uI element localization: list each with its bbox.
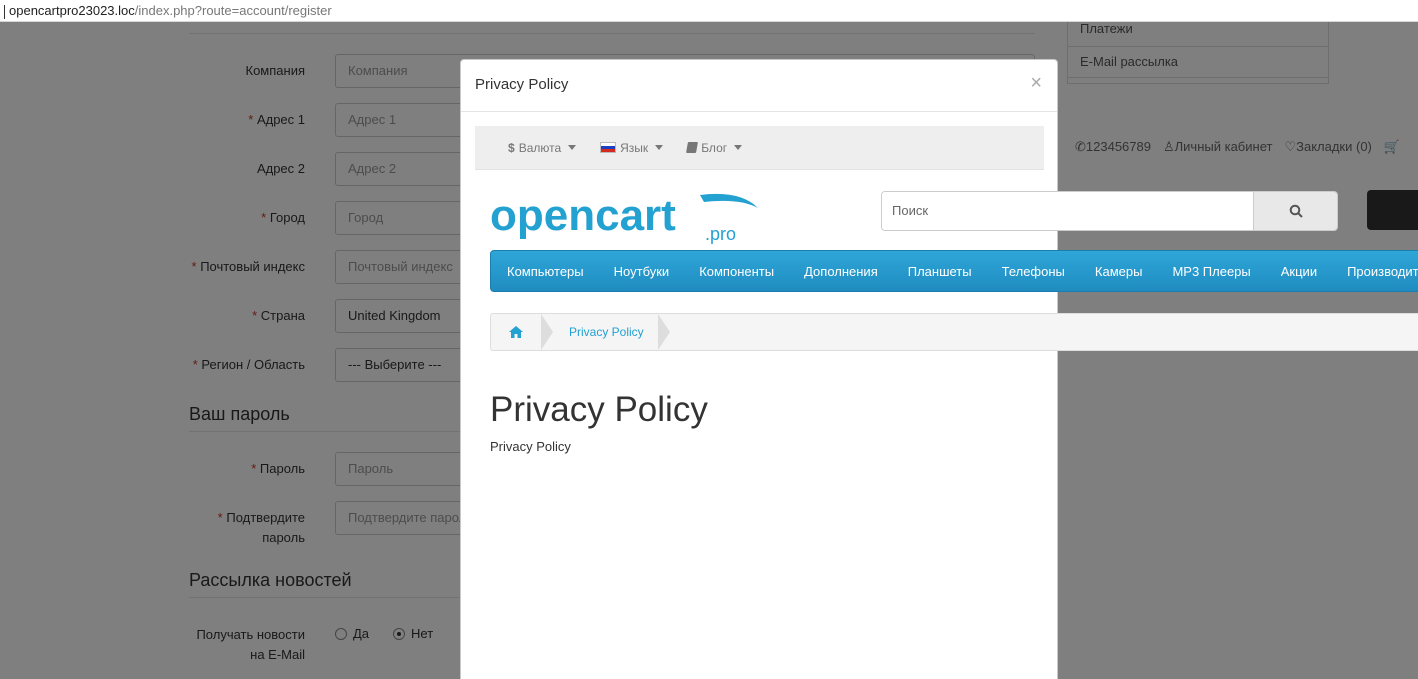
modal-title: Privacy Policy bbox=[475, 76, 569, 93]
menu-item-mp3[interactable]: MP3 Плееры bbox=[1172, 264, 1250, 279]
logo-main: opencart bbox=[490, 191, 676, 240]
address-bar[interactable]: opencartpro23023.loc/index.php?route=acc… bbox=[0, 0, 1418, 22]
menu-item-specials[interactable]: Акции bbox=[1281, 264, 1317, 279]
caret-down-icon bbox=[655, 145, 664, 150]
breadcrumb: Privacy Policy bbox=[490, 313, 1418, 351]
close-icon[interactable]: × bbox=[1030, 72, 1042, 95]
menu-item-addons[interactable]: Дополнения bbox=[804, 264, 878, 279]
breadcrumb-separator bbox=[541, 314, 553, 350]
category-menu: Компьютеры Ноутбуки Компоненты Дополнени… bbox=[490, 250, 1418, 292]
search-input[interactable]: Поиск bbox=[882, 192, 1253, 230]
menu-item-computers[interactable]: Компьютеры bbox=[507, 264, 584, 279]
breadcrumb-current[interactable]: Privacy Policy bbox=[553, 325, 658, 339]
blog-dropdown[interactable]: Блог bbox=[686, 141, 743, 155]
breadcrumb-separator bbox=[657, 314, 670, 350]
book-icon bbox=[686, 142, 699, 153]
menu-item-phones[interactable]: Телефоны bbox=[1002, 264, 1065, 279]
search-bar: Поиск bbox=[881, 191, 1338, 231]
url-path: /index.php?route=account/register bbox=[134, 3, 332, 18]
dollar-icon: $ bbox=[508, 140, 515, 155]
caret-down-icon bbox=[734, 145, 743, 150]
page-body: Privacy Policy bbox=[490, 439, 571, 454]
menu-item-laptops[interactable]: Ноутбуки bbox=[614, 264, 670, 279]
embedded-topbar: $ Валюта Язык Блог bbox=[475, 126, 1044, 170]
caret-down-icon bbox=[568, 145, 577, 150]
menu-item-cameras[interactable]: Камеры bbox=[1095, 264, 1143, 279]
page-title: Privacy Policy bbox=[490, 390, 708, 429]
modal-header: Privacy Policy × bbox=[461, 60, 1057, 112]
logo-sub: .pro bbox=[705, 224, 736, 244]
language-dropdown[interactable]: Язык bbox=[600, 141, 664, 155]
search-icon bbox=[1289, 204, 1303, 218]
flag-ru-icon bbox=[600, 142, 617, 153]
privacy-policy-modal: Privacy Policy × $ Валюта Язык Блог openc… bbox=[460, 59, 1418, 679]
logo-swoosh bbox=[700, 193, 758, 208]
text-caret bbox=[4, 4, 5, 19]
url-host: opencartpro23023.loc bbox=[9, 3, 135, 18]
breadcrumb-home[interactable] bbox=[491, 314, 541, 350]
menu-item-components[interactable]: Компоненты bbox=[699, 264, 774, 279]
menu-item-manufacturers[interactable]: Производители bbox=[1347, 264, 1418, 279]
menu-item-tablets[interactable]: Планшеты bbox=[908, 264, 972, 279]
embedded-page: $ Валюта Язык Блог opencart .pro Поиск Ко… bbox=[461, 112, 1418, 679]
currency-dropdown[interactable]: $ Валюта bbox=[508, 140, 577, 155]
search-button[interactable] bbox=[1253, 192, 1337, 230]
home-icon bbox=[509, 326, 523, 338]
opencart-logo[interactable]: opencart .pro bbox=[490, 190, 762, 250]
